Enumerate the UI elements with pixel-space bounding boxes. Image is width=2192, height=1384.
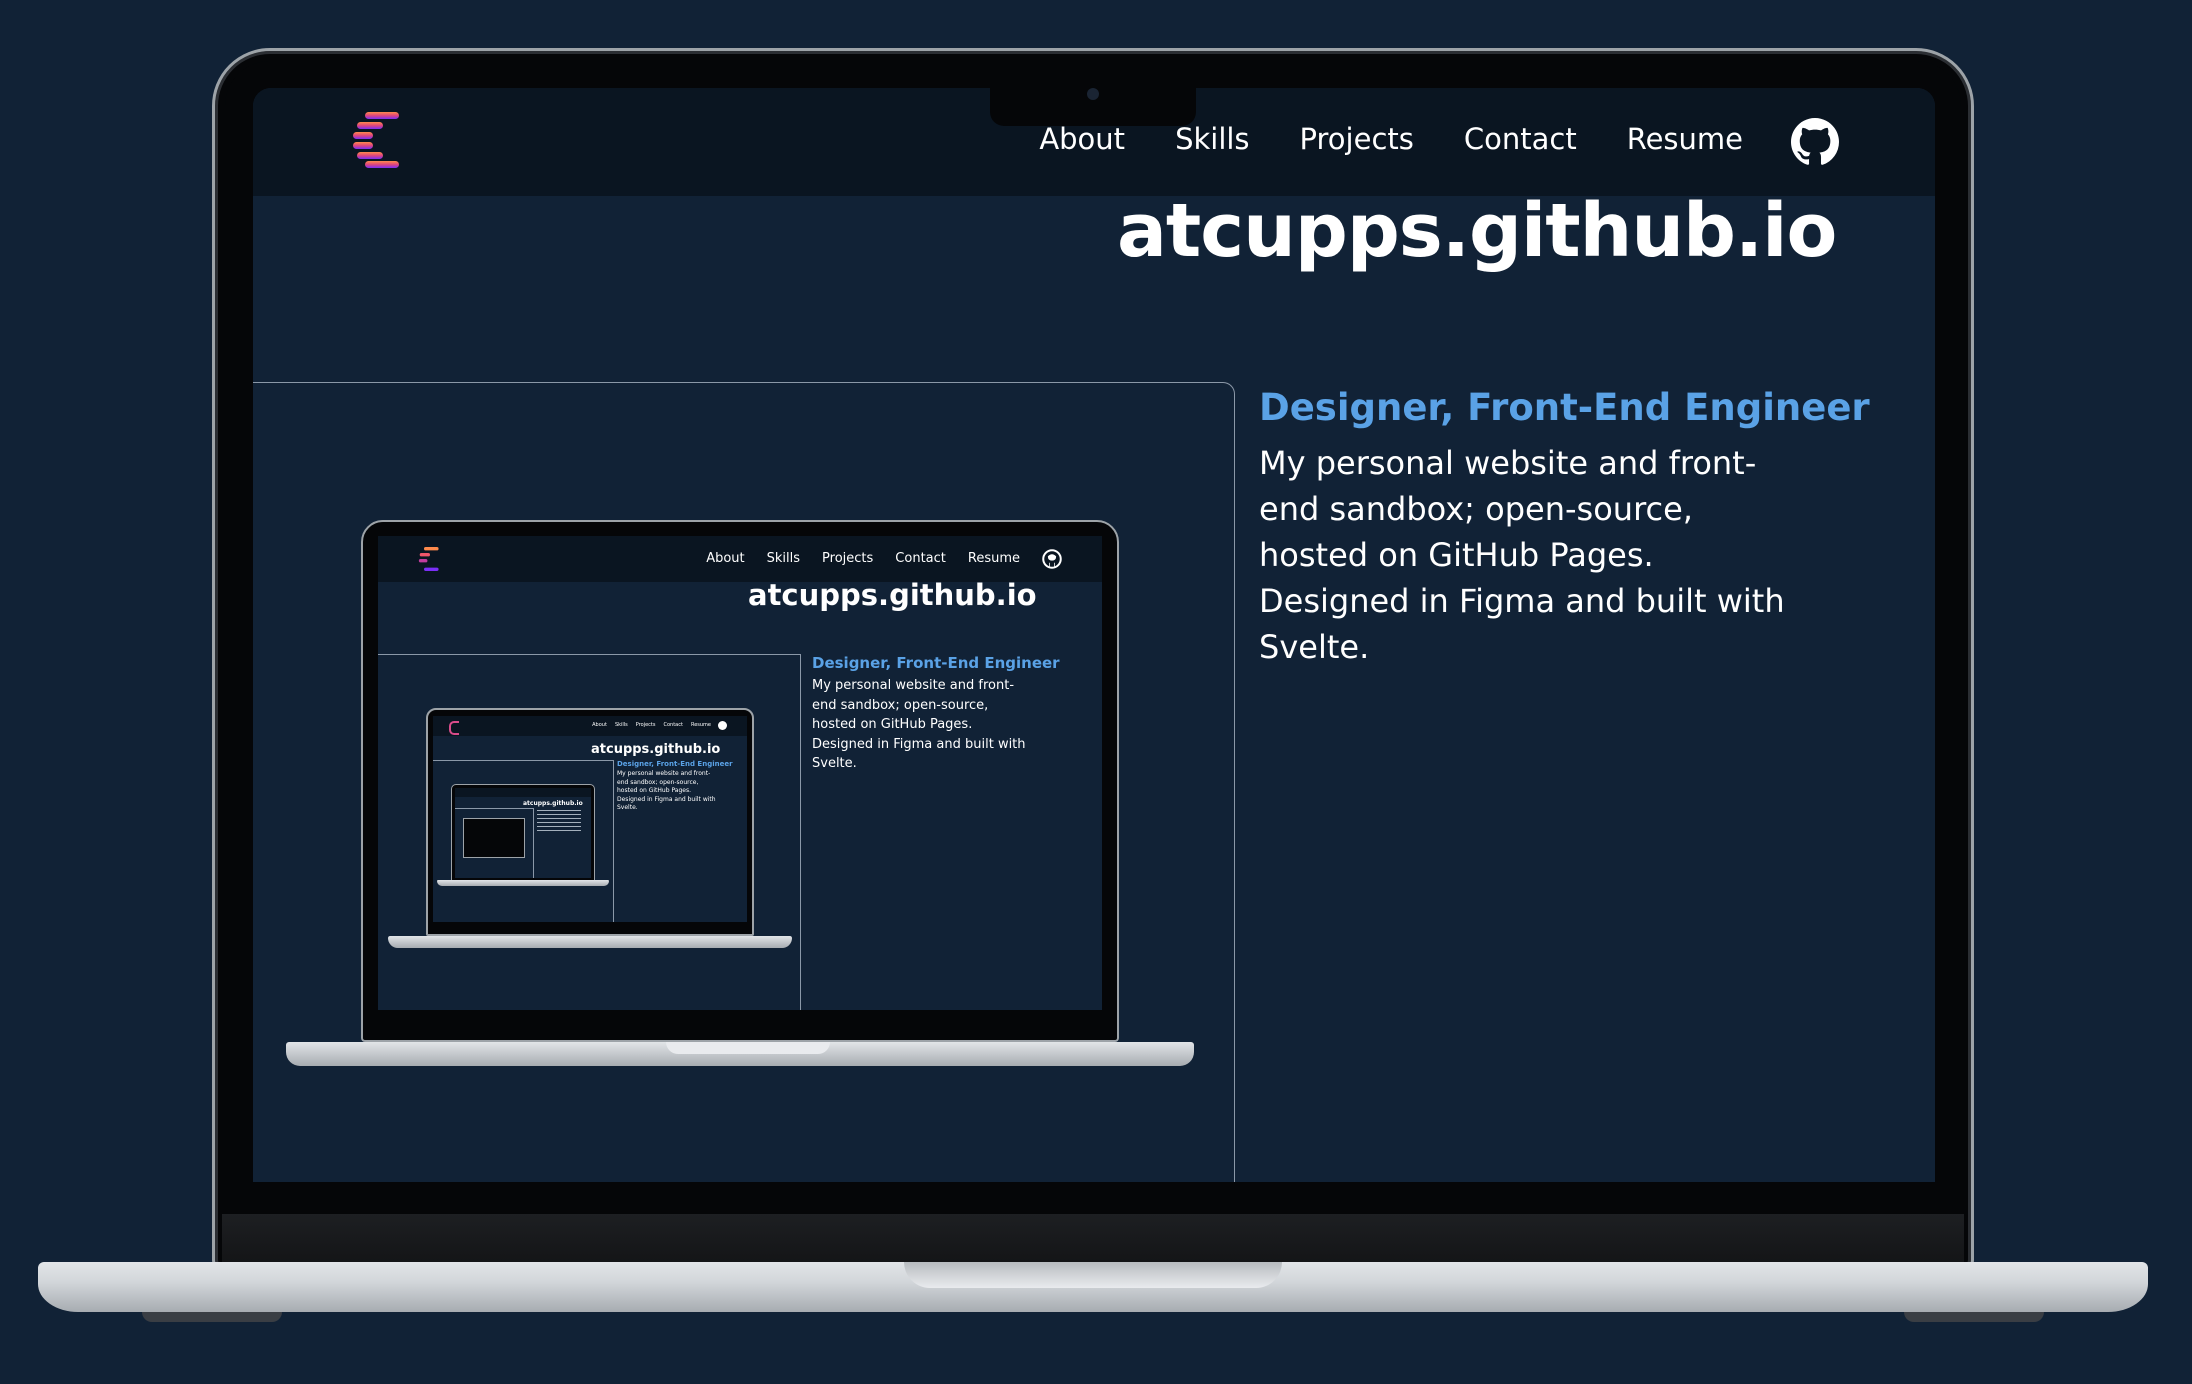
- preview-description-line: end sandbox; open-source,: [812, 697, 989, 713]
- preview-description-line: Designed in Figma and built with: [812, 736, 1026, 752]
- camera-icon: [1087, 88, 1099, 100]
- preview-navbar: About Skills Projects Contact Resume: [378, 536, 1102, 582]
- preview-nav-link: Projects: [822, 551, 874, 566]
- description-line: My personal website and front-: [1259, 444, 1757, 482]
- preview-nested-navbar: About Skills Projects Contact Resume: [433, 716, 747, 736]
- preview-nested-title: atcupps.github.io: [591, 742, 721, 757]
- preview-nav-link: About: [706, 551, 745, 566]
- preview-nested-description-line: Svelte.: [617, 804, 638, 811]
- preview-logo-icon: [418, 547, 439, 571]
- preview-nested-subtitle: Designer, Front-End Engineer: [617, 760, 733, 768]
- preview-nested-description-line: Designed in Figma and built with: [617, 795, 716, 803]
- description-line: Svelte.: [1259, 628, 1370, 666]
- preview-deep-navbar: [455, 788, 591, 797]
- preview-description-line: My personal website and front-: [812, 678, 1015, 693]
- preview-deep-title: atcupps.github.io: [523, 800, 583, 807]
- preview-deep-description: [537, 810, 581, 832]
- preview-screen: About Skills Projects Contact Resume atc…: [378, 536, 1102, 1010]
- preview-nested-description-line: My personal website and front-: [617, 770, 711, 777]
- page-title: atcupps.github.io: [1117, 188, 1837, 274]
- preview-deep-laptop-base: [437, 880, 609, 886]
- preview-nav-link: Contact: [895, 551, 946, 566]
- preview-nested-logo-icon: [449, 721, 459, 735]
- laptop-base-notch: [904, 1262, 1282, 1288]
- preview-deep-screen: atcupps.github.io: [455, 788, 591, 878]
- laptop-foot-left: [142, 1312, 282, 1322]
- description-line: end sandbox; open-source,: [1259, 490, 1693, 528]
- preview-nested-laptop-base: [388, 936, 792, 948]
- description-line: hosted on GitHub Pages.: [1259, 536, 1654, 574]
- laptop-screen: About Skills Projects Contact Resume atc…: [253, 88, 1935, 1182]
- preview-nested-nav-links: About Skills Projects Contact Resume: [592, 722, 711, 728]
- preview-nested-nav-link: About: [592, 722, 607, 728]
- page-description: My personal website and front- end sandb…: [1259, 440, 1819, 670]
- nav-links: About Skills Projects Contact Resume: [1039, 122, 1743, 156]
- nav-link-about[interactable]: About: [1039, 122, 1125, 156]
- nav-link-contact[interactable]: Contact: [1464, 122, 1577, 156]
- description-line: Designed in Figma and built with: [1259, 582, 1785, 620]
- nav-link-skills[interactable]: Skills: [1175, 122, 1249, 156]
- preview-description-line: Svelte.: [812, 756, 857, 771]
- preview-nested-description-line: end sandbox; open-source,: [617, 778, 699, 786]
- preview-title: atcupps.github.io: [748, 578, 1037, 612]
- laptop-foot-right: [1904, 1312, 2044, 1322]
- preview-nested-screen: About Skills Projects Contact Resume atc…: [433, 716, 747, 922]
- preview-nested-github-icon: [718, 721, 727, 730]
- preview-description-line: hosted on GitHub Pages.: [812, 717, 973, 732]
- preview-nested-nav-link: Contact: [663, 722, 683, 728]
- preview-laptop-base-notch: [666, 1042, 830, 1054]
- nav-link-resume[interactable]: Resume: [1627, 122, 1743, 156]
- preview-subtitle: Designer, Front-End Engineer: [812, 654, 1060, 672]
- preview-nested-description: My personal website and front- end sandb…: [617, 770, 716, 813]
- preview-nested-nav-link: Skills: [614, 722, 628, 728]
- laptop-chin: [222, 1214, 1964, 1262]
- github-icon[interactable]: [1791, 118, 1839, 166]
- preview-description: My personal website and front- end sandb…: [812, 676, 1026, 774]
- c-logo-icon[interactable]: [351, 110, 407, 170]
- page-subtitle: Designer, Front-End Engineer: [1259, 386, 1870, 429]
- laptop-mockup: About Skills Projects Contact Resume atc…: [0, 0, 2192, 1384]
- preview-deep-thumbnail: [463, 818, 525, 858]
- preview-nested-description-line: hosted on GitHub Pages.: [617, 787, 691, 794]
- preview-nested-nav-link: Resume: [690, 722, 711, 728]
- nav-link-projects[interactable]: Projects: [1300, 122, 1414, 156]
- preview-nav-links: About Skills Projects Contact Resume: [706, 551, 1020, 566]
- preview-nav-link: Resume: [967, 551, 1020, 566]
- preview-github-icon: [1042, 549, 1062, 569]
- preview-nav-link: Skills: [766, 551, 801, 566]
- preview-nested-nav-link: Projects: [635, 722, 656, 728]
